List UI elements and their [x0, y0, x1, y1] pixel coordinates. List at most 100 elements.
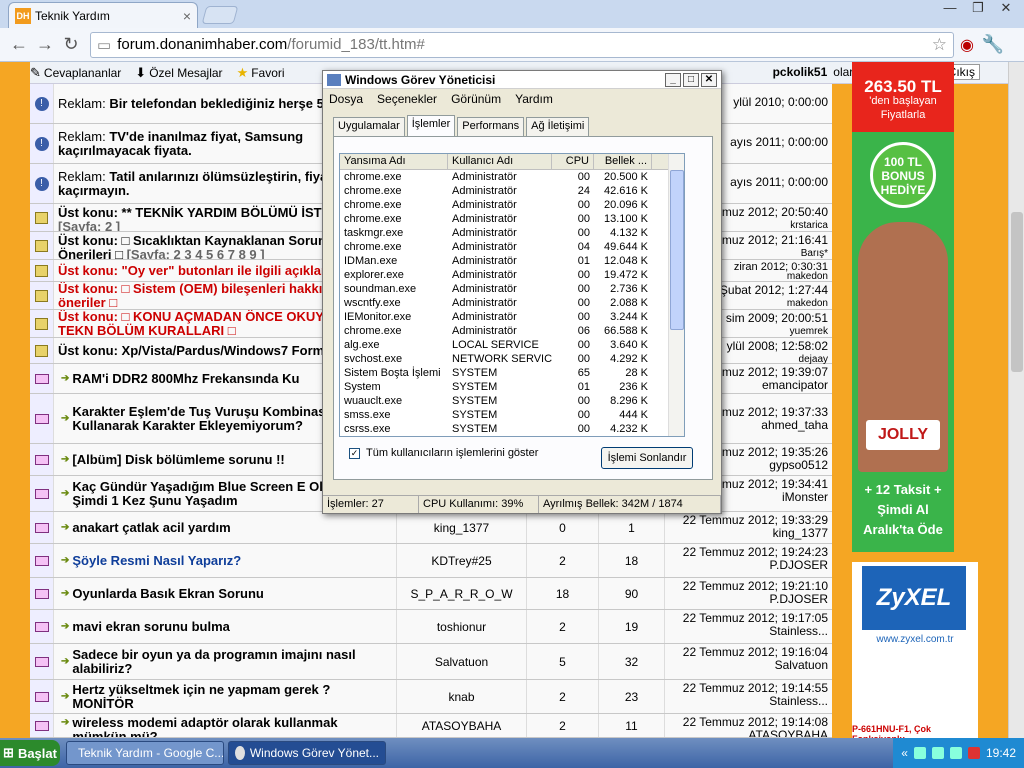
col-cpu[interactable]: CPU — [552, 154, 594, 169]
col-memory[interactable]: Bellek ... — [594, 154, 652, 169]
process-list-scrollbar[interactable] — [668, 154, 684, 436]
topic-row[interactable]: ➔ Şöyle Resmi Nasıl Yaparız? KDTrey#25 2 … — [30, 544, 832, 578]
menu-file[interactable]: Dosya — [329, 92, 363, 106]
topic-title[interactable]: mavi ekran sorunu bulma — [72, 619, 230, 634]
topic-author[interactable]: knab — [396, 680, 526, 713]
address-bar[interactable]: ▭ forum.donanimhaber.com /forumid_183/tt… — [90, 31, 954, 58]
topic-title[interactable]: Şöyle Resmi Nasıl Yaparız? — [72, 553, 241, 568]
topic-title[interactable]: Sadece bir oyun ya da programın imajını … — [72, 647, 392, 676]
topic-author[interactable]: S_P_A_R_R_O_W — [396, 578, 526, 609]
topic-row[interactable]: ➔ Oyunlarda Basık Ekran Sorunu S_P_A_R_R_… — [30, 578, 832, 610]
process-row[interactable]: IDMan.exe Administratör 01 12.048 K — [340, 254, 684, 268]
tray-icon[interactable] — [949, 747, 962, 759]
topic-author[interactable]: Salvatuon — [396, 644, 526, 679]
process-row[interactable]: explorer.exe Administratör 00 19.472 K — [340, 268, 684, 282]
answered-link[interactable]: ✎ Cevaplananlar — [30, 65, 121, 81]
topic-title[interactable]: wireless modemi adaptör olarak kullanmak… — [72, 716, 392, 738]
minimize-icon[interactable]: _ — [665, 72, 681, 87]
new-tab-button[interactable] — [201, 6, 239, 24]
process-row[interactable]: IEMonitor.exe Administratör 00 3.244 K — [340, 310, 684, 324]
topic-title[interactable]: Hertz yükseltmek için ne yapmam gerek ? … — [72, 682, 392, 711]
task-manager-titlebar[interactable]: Windows Görev Yöneticisi _ □ ✕ — [323, 71, 721, 89]
topic-author[interactable]: ATASOYBAHA — [396, 714, 526, 737]
tab-applications[interactable]: Uygulamalar — [333, 117, 405, 136]
process-row[interactable]: chrome.exe Administratör 00 20.500 K — [340, 170, 684, 184]
tab-networking[interactable]: Ağ İletişimi — [526, 117, 590, 136]
process-row[interactable]: System SYSTEM 01 236 K — [340, 380, 684, 394]
last-post-user[interactable]: P.DJOSER — [669, 593, 828, 606]
process-row[interactable]: chrome.exe Administratör 04 49.644 K — [340, 240, 684, 254]
process-memory: 236 K — [619, 381, 648, 393]
topic-row[interactable]: ➔ wireless modemi adaptör olarak kullanma… — [30, 714, 832, 738]
end-process-button[interactable]: İşlemi Sonlandır — [601, 447, 693, 469]
browser-tab[interactable]: DH Teknik Yardım × — [8, 2, 198, 28]
process-row[interactable]: soundman.exe Administratör 00 2.736 K — [340, 282, 684, 296]
last-post-user[interactable]: Stainless... — [669, 625, 828, 638]
topic-title[interactable]: Oyunlarda Basık Ekran Sorunu — [72, 586, 263, 601]
last-post-user[interactable]: king_1377 — [669, 527, 828, 540]
topic-title[interactable]: RAM'i DDR2 800Mhz Frekansında Ku — [72, 371, 299, 386]
tray-icon[interactable] — [931, 747, 944, 759]
start-button[interactable]: ⊞ Başlat — [0, 740, 60, 766]
favorites-link[interactable]: ★ Favori — [237, 65, 285, 81]
process-row[interactable]: chrome.exe Administratör 24 42.616 K — [340, 184, 684, 198]
minimize-icon[interactable]: — — [938, 0, 962, 18]
topic-row[interactable]: ➔ Hertz yükseltmek için ne yapmam gerek ?… — [30, 680, 832, 714]
topic-author[interactable]: KDTrey#25 — [396, 544, 526, 577]
close-tab-icon[interactable]: × — [183, 8, 191, 24]
back-icon[interactable]: ← — [6, 32, 32, 58]
reload-icon[interactable]: ↻ — [58, 32, 84, 58]
shield-icon[interactable] — [967, 747, 980, 759]
process-row[interactable]: chrome.exe Administratör 00 20.096 K — [340, 198, 684, 212]
process-list[interactable]: Yansıma Adı Kullanıcı Adı CPU Bellek ...… — [339, 153, 685, 437]
last-post-user[interactable]: ATASOYBAHA — [669, 729, 828, 738]
col-user-name[interactable]: Kullanıcı Adı — [448, 154, 552, 169]
scrollbar-thumb[interactable] — [670, 170, 684, 330]
maximize-icon[interactable]: ❐ — [966, 0, 990, 18]
wrench-icon[interactable]: 🔧 — [980, 32, 1006, 58]
taskbar-item-chrome[interactable]: Teknik Yardım - Google C... — [66, 741, 224, 765]
process-row[interactable]: alg.exe LOCAL SERVICE 00 3.640 K — [340, 338, 684, 352]
topic-author[interactable]: king_1377 — [396, 512, 526, 543]
last-post-user[interactable]: Stainless... — [669, 695, 828, 708]
topic-row[interactable]: ➔ mavi ekran sorunu bulma toshionur 2 19 … — [30, 610, 832, 644]
page-scrollbar[interactable] — [1008, 62, 1024, 738]
extension-icon[interactable]: ◉ — [954, 32, 980, 58]
last-post-user[interactable]: P.DJOSER — [669, 559, 828, 572]
menu-view[interactable]: Görünüm — [451, 92, 501, 106]
menu-options[interactable]: Seçenekler — [377, 92, 437, 106]
clock[interactable]: 19:42 — [986, 746, 1016, 760]
jolly-ad-banner[interactable]: 263.50 TL'den başlayan Fiyatlarla 100 TL… — [852, 62, 954, 552]
menu-help[interactable]: Yardım — [515, 92, 553, 106]
tab-performance[interactable]: Performans — [457, 117, 525, 136]
process-row[interactable]: chrome.exe Administratör 00 13.100 K — [340, 212, 684, 226]
tray-icon[interactable] — [913, 747, 926, 759]
process-row[interactable]: smss.exe SYSTEM 00 444 K — [340, 408, 684, 422]
maximize-icon[interactable]: □ — [683, 72, 699, 87]
topic-title[interactable]: anakart çatlak acil yardım — [72, 520, 230, 535]
process-row[interactable]: wscntfy.exe Administratör 00 2.088 K — [340, 296, 684, 310]
taskbar-item-task-manager[interactable]: Windows Görev Yönet... — [228, 741, 386, 765]
scrollbar-thumb[interactable] — [1011, 212, 1023, 372]
topic-title[interactable]: [Albüm] Disk bölümleme sorunu !! — [72, 452, 284, 467]
process-row[interactable]: csrss.exe SYSTEM 00 4.232 K — [340, 422, 684, 436]
process-row[interactable]: wuauclt.exe SYSTEM 00 8.296 K — [340, 394, 684, 408]
process-row[interactable]: svchost.exe NETWORK SERVICE 00 4.292 K — [340, 352, 684, 366]
tab-processes[interactable]: İşlemler — [406, 115, 456, 136]
col-image-name[interactable]: Yansıma Adı — [340, 154, 448, 169]
process-row[interactable]: chrome.exe Administratör 06 66.588 K — [340, 324, 684, 338]
private-messages-link[interactable]: ⬇ Özel Mesajlar — [135, 65, 222, 81]
close-icon[interactable]: ✕ — [701, 72, 717, 87]
forward-icon[interactable]: → — [32, 32, 58, 58]
topic-row[interactable]: ➔ anakart çatlak acil yardım king_1377 0 … — [30, 512, 832, 544]
zyxel-ad[interactable]: ZyXEL www.zyxel.com.tr P-661HNU-F1, Çok … — [852, 562, 978, 738]
close-icon[interactable]: ✕ — [994, 0, 1018, 18]
process-row[interactable]: taskmgr.exe Administratör 00 4.132 K — [340, 226, 684, 240]
bookmark-star-icon[interactable]: ☆ — [932, 35, 947, 55]
last-post-user[interactable]: Salvatuon — [669, 659, 828, 672]
show-all-users-checkbox[interactable]: ✓ Tüm kullanıcıların işlemlerini göster — [349, 447, 538, 459]
topic-author[interactable]: toshionur — [396, 610, 526, 643]
tray-expand-icon[interactable]: « — [901, 746, 908, 760]
topic-row[interactable]: ➔ Sadece bir oyun ya da programın imajını… — [30, 644, 832, 680]
process-row[interactable]: Sistem Boşta İşlemi SYSTEM 65 28 K — [340, 366, 684, 380]
